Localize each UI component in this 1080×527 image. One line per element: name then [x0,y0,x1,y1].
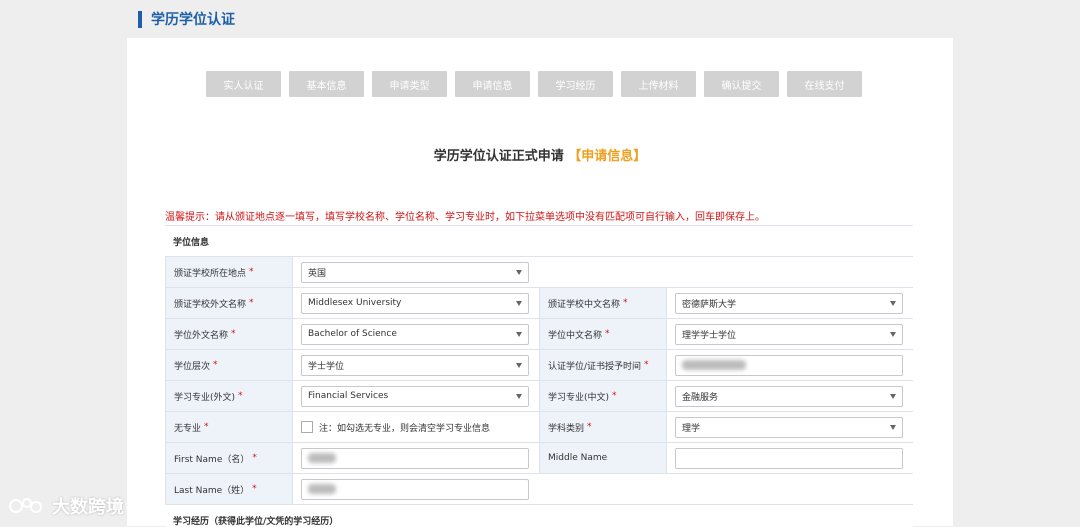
chevron-down-icon [890,331,896,337]
chevron-down-icon [516,362,522,368]
step-tabs: 实人认证 基本信息 申请类型 申请信息 学习经历 上传材料 确认提交 在线支付 [206,71,862,97]
school-chinese-name-label: 颁证学校中文名称 * [539,288,667,318]
chevron-down-icon [890,300,896,306]
degree-foreign-name-label: 学位外文名称 * [165,319,293,349]
redacted-value [682,360,746,370]
notice-text: 温馨提示：请从颁证地点逐一填写，填写学校名称、学位名称、学习专业时，如下拉菜单选… [165,212,765,223]
redacted-value [308,484,336,494]
form-heading-highlight: 【申请信息】 [568,149,647,164]
form-row: 学位层次 * 学士学位 认证学位/证书授予时间 * [165,350,913,381]
major-foreign-select[interactable]: Financial Services [301,385,529,407]
chevron-down-icon [516,393,522,399]
watermark: 大数跨境 [8,493,124,519]
chevron-down-icon [890,393,896,399]
form-row: 颁证学校外文名称 * Middlesex University 颁证学校中文名称 *… [165,288,913,319]
discipline-label: 学科类别 * [539,412,667,442]
degree-level-label: 学位层次 * [165,350,293,380]
major-chinese-label: 学习专业(中文) * [539,381,667,411]
discipline-select[interactable]: 理学 [675,416,903,438]
no-major-label: 无专业 * [165,412,293,442]
no-major-checkbox[interactable] [301,421,313,433]
redacted-value [308,453,336,463]
form-row: 学位外文名称 * Bachelor of Science 学位中文名称 * 理学学士… [165,319,913,350]
step-upload-materials[interactable]: 上传材料 [621,71,696,97]
form-row: 学习专业(外文) * Financial Services 学习专业(中文) * 金… [165,381,913,412]
form-heading-main: 学历学位认证正式申请 [433,149,564,164]
degree-foreign-name-select[interactable]: Bachelor of Science [301,323,529,345]
step-application-type[interactable]: 申请类型 [372,71,447,97]
first-name-label: First Name（名） * [165,443,293,473]
no-major-note: 注：如勾选无专业，则会清空学习专业信息 [319,423,491,434]
first-name-input[interactable] [301,447,529,469]
step-real-name[interactable]: 实人认证 [206,71,281,97]
degree-section-header: 学位信息 [165,226,913,257]
degree-form-table: 学位信息 颁证学校所在地点 * 英国 颁证学校外文名称 * Middlesex Un… [165,225,913,527]
page-title: 学历学位认证 [138,9,235,29]
form-heading: 学历学位认证正式申请 【申请信息】 [0,145,1080,164]
watermark-logo-icon [9,498,42,513]
form-row: Last Name（姓） * [165,474,913,505]
major-foreign-label: 学习专业(外文) * [165,381,293,411]
chevron-down-icon [516,331,522,337]
step-confirm-submit[interactable]: 确认提交 [704,71,779,97]
step-application-info[interactable]: 申请信息 [455,71,530,97]
grant-time-input[interactable] [675,354,903,376]
degree-chinese-name-label: 学位中文名称 * [539,319,667,349]
form-row: First Name（名） * Middle Name [165,443,913,474]
study-section-header: 学习经历（获得此学位/文凭的学习经历） [165,505,913,527]
step-basic-info[interactable]: 基本信息 [289,71,364,97]
step-online-payment[interactable]: 在线支付 [787,71,862,97]
major-chinese-select[interactable]: 金融服务 [675,385,903,407]
middle-name-input[interactable] [675,447,903,469]
title-accent-bar [138,10,142,28]
middle-name-label: Middle Name [539,443,667,473]
school-chinese-name-select[interactable]: 密德萨斯大学 [675,292,903,314]
last-name-input[interactable] [301,478,529,500]
watermark-text: 大数跨境 [52,497,124,518]
school-foreign-name-select[interactable]: Middlesex University [301,292,529,314]
chevron-down-icon [516,300,522,306]
chevron-down-icon [516,269,522,275]
grant-time-label: 认证学位/证书授予时间 * [539,350,667,380]
school-location-label: 颁证学校所在地点 * [165,257,293,287]
step-study-history[interactable]: 学习经历 [538,71,613,97]
degree-chinese-name-select[interactable]: 理学学士学位 [675,323,903,345]
page-title-text: 学历学位认证 [151,12,235,28]
form-row: 颁证学校所在地点 * 英国 [165,257,913,288]
chevron-down-icon [890,424,896,430]
last-name-label: Last Name（姓） * [165,474,293,504]
form-row: 无专业 * 注：如勾选无专业，则会清空学习专业信息 学科类别 * 理学 [165,412,913,443]
school-foreign-name-label: 颁证学校外文名称 * [165,288,293,318]
degree-level-select[interactable]: 学士学位 [301,354,529,376]
school-location-select[interactable]: 英国 [301,261,529,283]
